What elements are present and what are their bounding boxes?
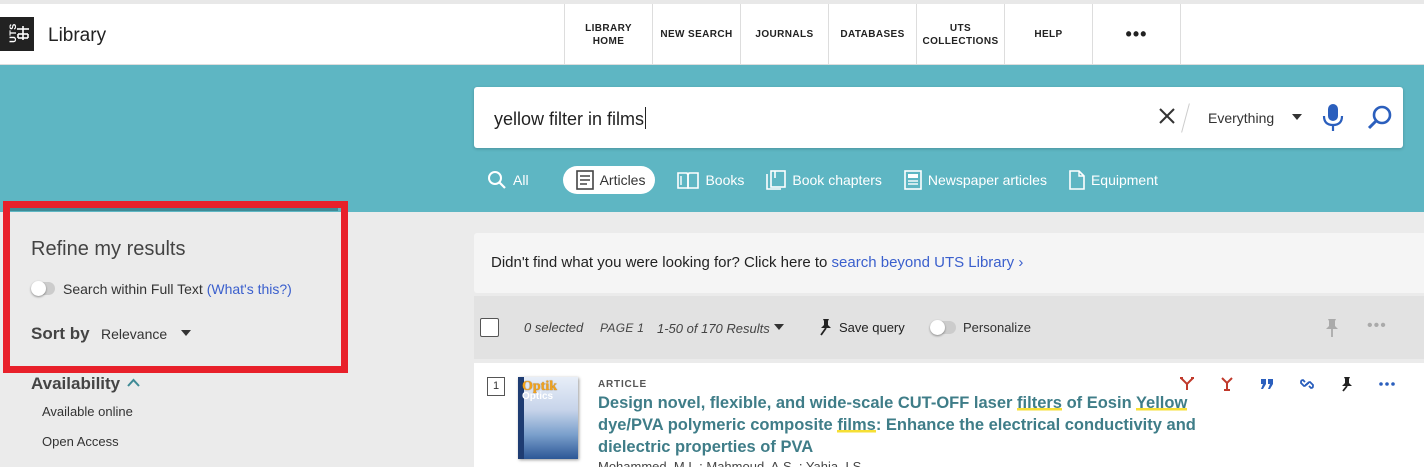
tab-newspaper-articles-label: Newspaper articles — [927, 172, 1047, 188]
microphone-icon[interactable] — [1322, 103, 1344, 133]
uts-logo[interactable]: UTS — [0, 17, 34, 51]
nav-more-menu[interactable]: ••• — [1093, 4, 1181, 65]
result-type: ARTICLE — [598, 379, 647, 390]
title-highlight: films — [837, 416, 876, 434]
search-icon — [488, 171, 506, 189]
pin-icon[interactable] — [1327, 374, 1367, 394]
newspaper-icon — [904, 170, 922, 190]
library-title[interactable]: Library — [48, 25, 106, 47]
logo-emblem-icon — [17, 26, 29, 40]
select-all-checkbox[interactable] — [480, 318, 499, 337]
clear-search-icon[interactable] — [1157, 104, 1177, 128]
tab-articles-label: Articles — [599, 172, 646, 188]
tab-book-chapters-label: Book chapters — [792, 172, 882, 188]
cover-subtitle: Optics — [522, 391, 554, 402]
tab-articles[interactable]: Articles — [562, 166, 656, 194]
nav-journals[interactable]: JOURNALS — [741, 4, 829, 65]
search-beyond-link[interactable]: search beyond UTS Library — [832, 254, 1015, 271]
sortby-select[interactable]: Relevance — [101, 326, 167, 342]
text-caret — [645, 107, 647, 129]
article-icon — [575, 170, 594, 190]
tab-books-label: Books — [705, 172, 745, 188]
title-part: dye/PVA polymeric composite — [598, 416, 838, 434]
journal-cover-thumbnail[interactable]: Optik Optics — [518, 377, 578, 459]
document-icon — [1069, 170, 1085, 190]
results-toolbar: 0 selected PAGE 1 1-50 of 170 Results Sa… — [474, 296, 1424, 359]
results-dropdown-arrow-icon[interactable] — [774, 324, 784, 330]
tab-equipment[interactable]: Equipment — [1067, 166, 1160, 194]
results-count[interactable]: 1-50 of 170 Results — [657, 321, 770, 336]
title-highlight: filters — [1017, 394, 1062, 412]
result-actions — [1167, 374, 1407, 394]
banner-text: Didn't find what you were looking for? C… — [491, 254, 1023, 271]
nav-help[interactable]: HELP — [1005, 4, 1093, 65]
page-number: PAGE 1 — [600, 321, 645, 335]
facet-available-online[interactable]: Available online — [42, 404, 133, 419]
book-chapter-icon — [766, 170, 787, 190]
sortby-label: Sort by — [31, 324, 90, 343]
search-scope-select[interactable]: Everything — [1208, 110, 1274, 126]
chevron-up-icon[interactable] — [127, 378, 140, 388]
tab-newspaper-articles[interactable]: Newspaper articles — [902, 166, 1049, 194]
title-part: of Eosin — [1061, 394, 1136, 412]
save-query-button[interactable]: Save query — [818, 318, 905, 336]
whats-this-link[interactable]: (What's this?) — [207, 281, 292, 297]
result-number: 1 — [487, 377, 505, 396]
result-item: 1 Optik Optics ARTICLE Design novel, fle… — [474, 363, 1424, 467]
search-bar: yellow filter in films Everything — [474, 87, 1403, 148]
citation-trail-icon[interactable] — [1167, 374, 1207, 394]
personalize-label: Personalize — [963, 320, 1031, 335]
selected-count: 0 selected — [524, 320, 584, 335]
title-part: Design novel, flexible, and wide-scale C… — [598, 394, 1018, 412]
refine-title: Refine my results — [31, 238, 186, 260]
pin-all-icon[interactable] — [1324, 318, 1340, 338]
save-query-label: Save query — [839, 319, 905, 335]
title-highlight: Yellow — [1135, 394, 1188, 412]
cited-by-icon[interactable] — [1207, 374, 1247, 394]
search-submit-icon[interactable] — [1367, 105, 1393, 131]
tab-books[interactable]: Books — [675, 166, 746, 194]
result-title-link[interactable]: Design novel, flexible, and wide-scale C… — [598, 392, 1228, 458]
sortby-dropdown-arrow-icon[interactable] — [181, 330, 191, 336]
personalize-toggle[interactable] — [930, 320, 956, 335]
tab-all-label: All — [513, 172, 529, 188]
scope-dropdown-arrow-icon[interactable] — [1292, 114, 1302, 120]
availability-heading[interactable]: Availability — [31, 374, 120, 394]
tab-book-chapters[interactable]: Book chapters — [764, 166, 884, 194]
nav-databases[interactable]: DATABASES — [829, 4, 917, 65]
nav-new-search[interactable]: NEW SEARCH — [653, 4, 741, 65]
pin-icon — [820, 319, 831, 336]
book-icon — [677, 172, 700, 189]
search-divider — [1181, 103, 1190, 133]
search-query-text: yellow filter in films — [494, 109, 645, 129]
fulltext-toggle[interactable] — [31, 281, 55, 296]
facet-open-access[interactable]: Open Access — [42, 434, 119, 449]
result-authors: Mohammed, M.I. ; Mahmoud, A.S. ; Yahia, … — [598, 459, 865, 467]
search-input[interactable]: yellow filter in films — [494, 107, 647, 130]
chevron-right-icon[interactable]: › — [1018, 254, 1023, 271]
tab-all[interactable]: All — [485, 166, 531, 194]
more-actions-icon[interactable]: ••• — [1367, 317, 1387, 335]
resource-type-tabs: All Articles Books Book chapters Newspap… — [485, 166, 1178, 194]
more-icon[interactable] — [1367, 374, 1407, 394]
fulltext-label-text: Search within Full Text — [63, 281, 203, 297]
banner-message: Didn't find what you were looking for? C… — [491, 254, 832, 271]
top-bar: UTS Library LIBRARY HOME NEW SEARCH JOUR… — [0, 0, 1424, 65]
fulltext-toggle-label: Search within Full Text (What's this?) — [63, 281, 292, 297]
quote-icon[interactable] — [1247, 374, 1287, 394]
nav-uts-collections[interactable]: UTS COLLECTIONS — [917, 4, 1005, 65]
nav-library-home[interactable]: LIBRARY HOME — [565, 4, 653, 65]
search-beyond-banner: Didn't find what you were looking for? C… — [474, 233, 1424, 293]
link-icon[interactable] — [1287, 374, 1327, 394]
main-nav: LIBRARY HOME NEW SEARCH JOURNALS DATABAS… — [564, 4, 1181, 65]
tab-equipment-label: Equipment — [1090, 172, 1158, 188]
